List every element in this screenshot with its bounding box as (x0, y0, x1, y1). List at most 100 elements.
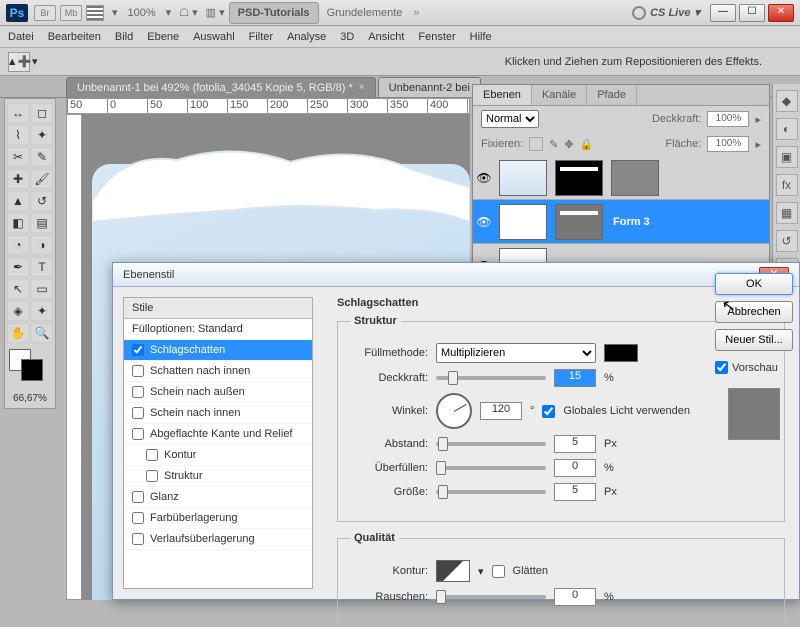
chevron-down-icon[interactable]: ▾ (166, 6, 172, 19)
style-checkbox[interactable] (132, 491, 144, 503)
style-checkbox[interactable] (132, 344, 144, 356)
masks-icon[interactable]: ▣ (776, 146, 798, 168)
opacity-value[interactable]: 100% (707, 111, 749, 127)
style-schatten-innen[interactable]: Schatten nach innen (124, 361, 312, 382)
bridge-button[interactable]: Br (34, 5, 56, 21)
chevron-down-icon[interactable]: ▾ (112, 6, 118, 19)
chevron-right-icon[interactable]: ▸ (755, 138, 761, 151)
chevron-down-icon[interactable]: ▾ (32, 55, 38, 68)
style-fuelloptionen[interactable]: Fülloptionen: Standard (124, 319, 312, 340)
size-slider[interactable] (436, 490, 546, 494)
wand-tool[interactable]: ✦ (31, 125, 53, 145)
eyedropper-tool[interactable]: ✎ (31, 147, 53, 167)
brush-tool[interactable]: 🖌 (31, 169, 53, 189)
gradient-tool[interactable]: ▤ (31, 213, 53, 233)
style-checkbox[interactable] (132, 512, 144, 524)
tab-ebenen[interactable]: Ebenen (473, 85, 532, 105)
hand-tool[interactable]: ✋ (7, 323, 29, 343)
lock-icon[interactable]: 🔒 (580, 138, 594, 151)
eraser-tool[interactable]: ◧ (7, 213, 29, 233)
marquee-tool[interactable]: ◻ (31, 103, 53, 123)
layer-row-selected[interactable]: 👁 Form 3 (473, 200, 769, 244)
workspace-grundelemente[interactable]: Grundelemente (319, 3, 411, 23)
noise-slider[interactable] (436, 595, 546, 599)
workspace-psd-tutorials[interactable]: PSD-Tutorials (229, 2, 319, 24)
menu-bearbeiten[interactable]: Bearbeiten (48, 31, 101, 43)
style-glanz[interactable]: Glanz (124, 487, 312, 508)
spread-slider[interactable] (436, 466, 546, 470)
style-bevel[interactable]: Abgeflachte Kante und Relief (124, 424, 312, 445)
style-checkbox[interactable] (132, 407, 144, 419)
eye-icon[interactable]: 👁 (473, 215, 495, 229)
path-tool[interactable]: ↖ (7, 279, 29, 299)
menu-auswahl[interactable]: Auswahl (193, 31, 235, 43)
view-icon[interactable]: ▥ ▾ (206, 6, 225, 19)
zoom-readout[interactable]: 100% (128, 7, 156, 19)
brush-icon[interactable]: ✎ (549, 138, 558, 151)
layer-thumb[interactable] (499, 204, 547, 240)
contour-swatch[interactable] (436, 560, 470, 582)
history-brush-tool[interactable]: ↺ (31, 191, 53, 211)
minimize-button[interactable]: — (710, 4, 736, 22)
stamp-tool[interactable]: ▲ (7, 191, 29, 211)
dodge-tool[interactable]: ◑ (31, 235, 53, 255)
ruler-horizontal[interactable]: 50 0 50 100 150 200 250 300 350 400 450 (66, 98, 470, 114)
menu-ansicht[interactable]: Ansicht (368, 31, 404, 43)
style-checkbox[interactable] (132, 428, 144, 440)
style-checkbox[interactable] (132, 365, 144, 377)
doc-tab-2[interactable]: Unbenannt-2 bei (378, 77, 481, 97)
eye-icon[interactable]: 👁 (473, 171, 495, 185)
zoom-level[interactable]: 66,67% (7, 393, 53, 404)
doc-tab-1[interactable]: Unbenannt-1 bei 492% (fotolia_34045 Kopi… (66, 77, 376, 97)
menu-filter[interactable]: Filter (249, 31, 273, 43)
tab-kanaele[interactable]: Kanäle (532, 85, 587, 105)
type-tool[interactable]: T (31, 257, 53, 277)
menu-analyse[interactable]: Analyse (287, 31, 326, 43)
style-schlagschatten[interactable]: Schlagschatten (124, 340, 312, 361)
style-verlaufsueberlagerung[interactable]: Verlaufsüberlagerung (124, 529, 312, 550)
background-swatch[interactable] (21, 359, 43, 381)
menu-fenster[interactable]: Fenster (418, 31, 455, 43)
chevron-right-icon[interactable]: » (413, 7, 419, 19)
hand-icon[interactable]: ☖ ▾ (179, 6, 197, 19)
ruler-vertical[interactable] (66, 114, 82, 600)
heal-tool[interactable]: ✚ (7, 169, 29, 189)
spread-input[interactable]: 0 (554, 459, 596, 477)
blendmode-select[interactable]: Multiplizieren (436, 343, 596, 363)
layers-icon[interactable]: ◆ (776, 90, 798, 112)
color-swatches[interactable] (7, 349, 51, 387)
close-button[interactable]: ✕ (768, 4, 794, 22)
layout-icon[interactable] (86, 5, 104, 21)
shadow-color-swatch[interactable] (604, 344, 638, 362)
history-icon[interactable]: ↺ (776, 230, 798, 252)
distance-slider[interactable] (436, 442, 546, 446)
angle-wheel[interactable] (436, 393, 472, 429)
preview-checkbox[interactable] (715, 361, 728, 374)
maximize-button[interactable]: ☐ (739, 4, 765, 22)
global-light-checkbox[interactable] (542, 405, 555, 418)
menu-bild[interactable]: Bild (115, 31, 133, 43)
3d-tool[interactable]: ◈ (7, 301, 29, 321)
adjustments-icon[interactable]: ◐ (776, 118, 798, 140)
chevron-down-icon[interactable]: ▾ (478, 565, 484, 578)
style-checkbox[interactable] (146, 470, 158, 482)
menu-3d[interactable]: 3D (340, 31, 354, 43)
move-tool[interactable]: ↔ (7, 103, 29, 123)
blur-tool[interactable]: ◔ (7, 235, 29, 255)
layer-thumb[interactable] (499, 160, 547, 196)
crop-tool[interactable]: ✂ (7, 147, 29, 167)
layer-name[interactable]: Form 3 (613, 216, 650, 228)
distance-input[interactable]: 5 (554, 435, 596, 453)
camera-tool[interactable]: ✦ (31, 301, 53, 321)
new-style-button[interactable]: Neuer Stil... (715, 329, 793, 351)
menu-datei[interactable]: Datei (8, 31, 34, 43)
menu-hilfe[interactable]: Hilfe (470, 31, 492, 43)
minibridge-button[interactable]: Mb (60, 5, 82, 21)
style-schein-aussen[interactable]: Schein nach außen (124, 382, 312, 403)
blend-mode-select[interactable]: Normal (481, 110, 539, 128)
ok-button[interactable]: OK (715, 273, 793, 295)
antialias-checkbox[interactable] (492, 565, 505, 578)
style-farbueberlagerung[interactable]: Farbüberlagerung (124, 508, 312, 529)
size-input[interactable]: 5 (554, 483, 596, 501)
cancel-button[interactable]: Abbrechen (715, 301, 793, 323)
